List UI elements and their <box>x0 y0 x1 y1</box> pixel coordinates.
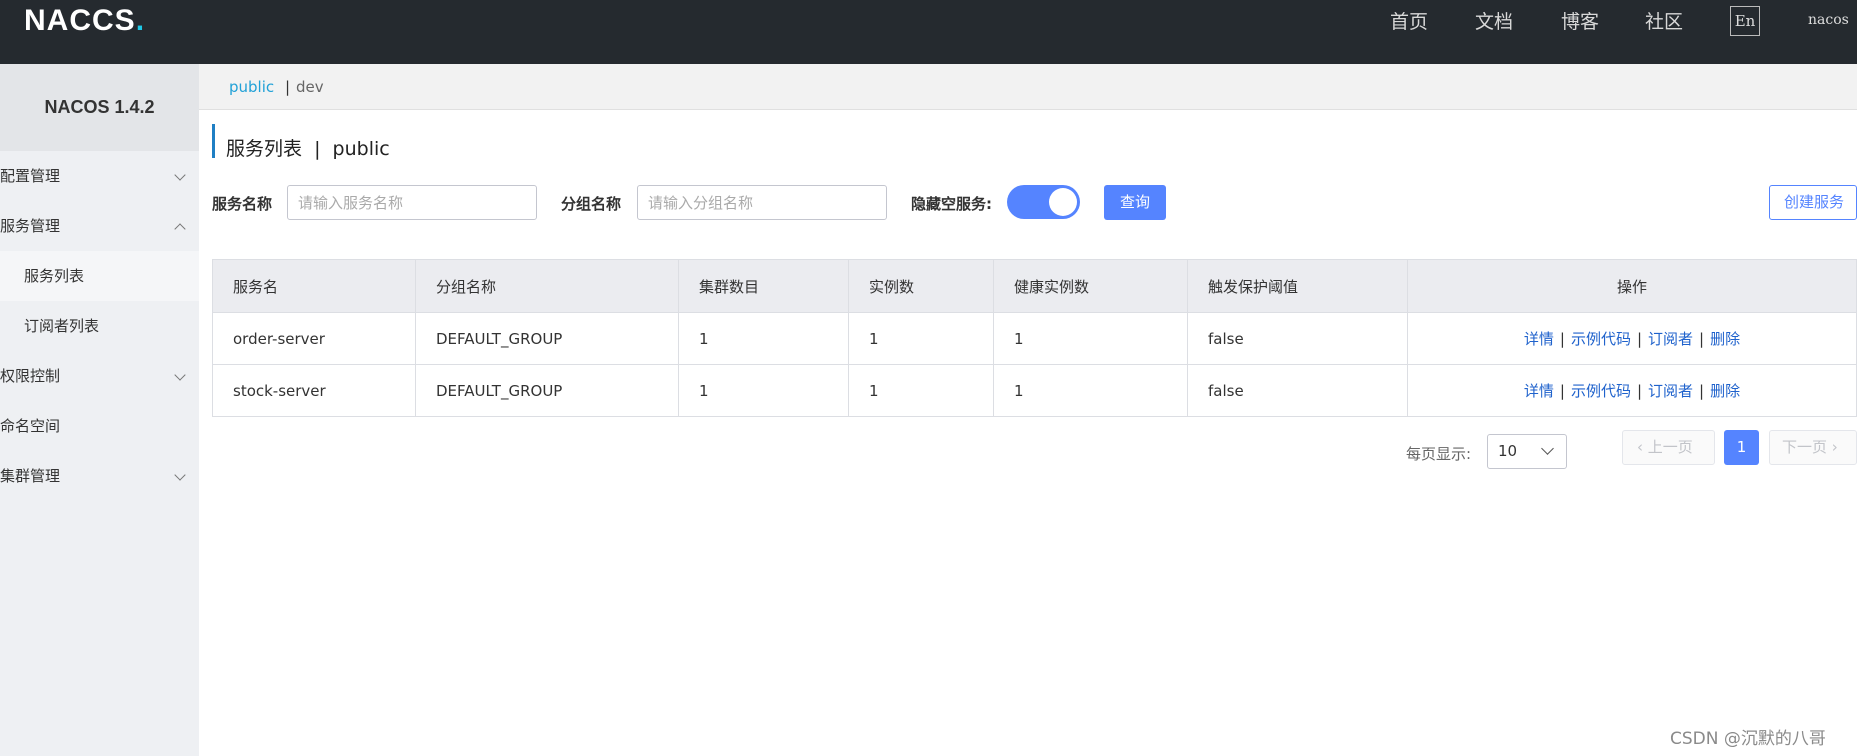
cell-actions: 详情 | 示例代码 | 订阅者 | 删除 <box>1407 312 1857 365</box>
service-name-label: 服务名称 <box>212 195 273 213</box>
per-page-label: 每页显示: <box>1406 445 1472 463</box>
next-page-button[interactable]: 下一页 › <box>1769 430 1857 465</box>
chevron-down-icon <box>174 169 186 181</box>
col-instance-count: 实例数 <box>848 259 994 313</box>
hide-empty-label: 隐藏空服务: <box>911 195 992 213</box>
namespace-public[interactable]: public <box>229 64 274 110</box>
service-table: 服务名 分组名称 集群数目 实例数 健康实例数 触发保护阈值 操作 order-… <box>212 259 1857 417</box>
table-header-row: 服务名 分组名称 集群数目 实例数 健康实例数 触发保护阈值 操作 <box>212 259 1857 313</box>
sidebar-item-namespace[interactable]: 命名空间 <box>0 401 199 451</box>
nav-blog[interactable]: 博客 <box>1561 8 1599 36</box>
page-title: 服务列表 | public <box>226 138 390 160</box>
query-button[interactable]: 查询 <box>1104 185 1166 220</box>
nav-home[interactable]: 首页 <box>1390 8 1428 36</box>
sidebar-title: NACOS 1.4.2 <box>0 64 199 151</box>
cell-group: DEFAULT_GROUP <box>415 364 679 417</box>
sidebar-item-service-list[interactable]: 服务列表 <box>0 251 199 301</box>
cell-healthy: 1 <box>993 312 1188 365</box>
sample-code-link[interactable]: 示例代码 <box>1571 382 1631 400</box>
create-service-button[interactable]: 创建服务 <box>1769 185 1857 220</box>
cell-group: DEFAULT_GROUP <box>415 312 679 365</box>
cell-clusters: 1 <box>678 364 849 417</box>
cell-service-name: stock-server <box>212 364 416 417</box>
nacos-logo[interactable]: NACCS. <box>24 4 145 38</box>
sample-code-link[interactable]: 示例代码 <box>1571 330 1631 348</box>
group-name-label: 分组名称 <box>561 195 622 213</box>
nav-docs[interactable]: 文档 <box>1475 8 1513 36</box>
sidebar-item-access-control[interactable]: 权限控制 <box>0 351 199 401</box>
language-button[interactable]: En <box>1730 6 1760 36</box>
detail-link[interactable]: 详情 <box>1524 382 1554 400</box>
watermark: CSDN @沉默的八哥 <box>1670 729 1826 749</box>
col-service-name: 服务名 <box>212 259 416 313</box>
cell-service-name: order-server <box>212 312 416 365</box>
toggle-knob <box>1049 188 1077 216</box>
cell-clusters: 1 <box>678 312 849 365</box>
namespace-separator: | <box>285 78 291 96</box>
sidebar: NACOS 1.4.2 配置管理 服务管理 服务列表 订阅者列表 权限控制 命名… <box>0 64 199 756</box>
sidebar-item-config[interactable]: 配置管理 <box>0 151 199 201</box>
user-menu[interactable]: nacos <box>1808 12 1849 28</box>
group-name-input[interactable] <box>637 185 887 220</box>
nav-community[interactable]: 社区 <box>1645 8 1683 36</box>
cell-instances: 1 <box>848 364 994 417</box>
cell-threshold: false <box>1187 312 1408 365</box>
cell-threshold: false <box>1187 364 1408 417</box>
page-1-button[interactable]: 1 <box>1724 430 1759 465</box>
sidebar-item-service-management[interactable]: 服务管理 <box>0 201 199 251</box>
table-row: stock-server DEFAULT_GROUP 1 1 1 false 详… <box>212 364 1857 417</box>
delete-link[interactable]: 删除 <box>1710 330 1740 348</box>
chevron-up-icon <box>174 223 186 235</box>
col-cluster-count: 集群数目 <box>678 259 849 313</box>
cell-healthy: 1 <box>993 364 1188 417</box>
col-group-name: 分组名称 <box>415 259 679 313</box>
cell-actions: 详情 | 示例代码 | 订阅者 | 删除 <box>1407 364 1857 417</box>
chevron-down-icon <box>174 369 186 381</box>
title-accent-bar <box>212 124 215 158</box>
col-healthy-count: 健康实例数 <box>993 259 1188 313</box>
sidebar-item-cluster[interactable]: 集群管理 <box>0 451 199 501</box>
delete-link[interactable]: 删除 <box>1710 382 1740 400</box>
service-name-input[interactable] <box>287 185 537 220</box>
subscribers-link[interactable]: 订阅者 <box>1648 382 1693 400</box>
subscribers-link[interactable]: 订阅者 <box>1648 330 1693 348</box>
hide-empty-toggle[interactable] <box>1007 185 1080 219</box>
chevron-right-icon: › <box>1831 438 1838 456</box>
per-page-select[interactable]: 10 <box>1487 434 1567 469</box>
table-row: order-server DEFAULT_GROUP 1 1 1 false 详… <box>212 312 1857 365</box>
top-header: NACCS. 首页 文档 博客 社区 En nacos <box>0 0 1857 64</box>
col-threshold: 触发保护阈值 <box>1187 259 1408 313</box>
col-actions: 操作 <box>1407 259 1857 313</box>
chevron-down-icon <box>174 469 186 481</box>
detail-link[interactable]: 详情 <box>1524 330 1554 348</box>
cell-instances: 1 <box>848 312 994 365</box>
chevron-down-icon <box>1541 442 1554 455</box>
sidebar-item-subscriber-list[interactable]: 订阅者列表 <box>0 301 199 351</box>
chevron-left-icon: ‹ <box>1637 438 1643 456</box>
prev-page-button[interactable]: ‹ 上一页 <box>1622 430 1715 465</box>
namespace-bar: public | dev <box>199 64 1857 110</box>
namespace-dev[interactable]: dev <box>296 64 324 110</box>
